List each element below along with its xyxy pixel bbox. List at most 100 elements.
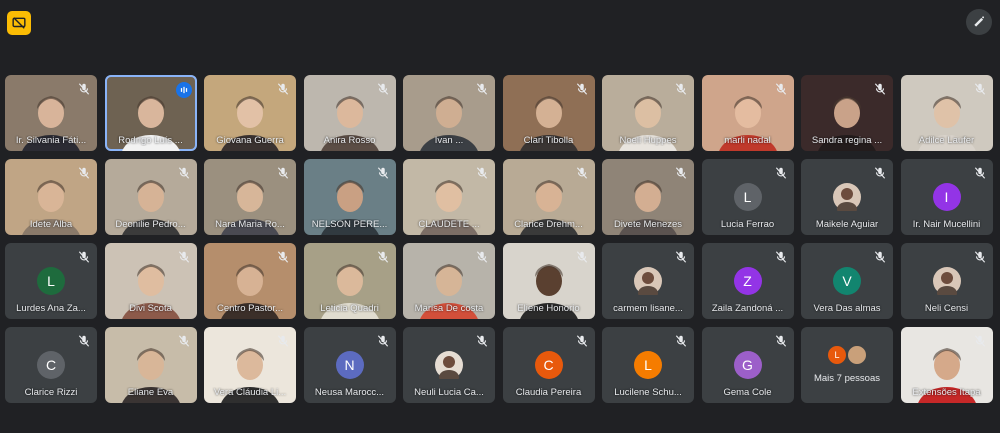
mic-off-icon [276,250,290,264]
mic-off-icon [674,250,688,264]
participant-name: Zaila Zandoná ... [711,303,784,314]
avatar: G [733,351,762,379]
participant-tile[interactable]: I Ir. Nair Mucellini [900,159,993,235]
participant-name: NELSON PERE... [311,219,388,230]
mic-off-icon [376,250,390,264]
mic-off-icon [177,166,191,180]
mic-off-icon [973,166,987,180]
participant-name: Divete Menezes [613,219,683,230]
participant-name: marli nadal [724,135,771,146]
mic-off-icon [77,334,91,348]
avatar-photo [634,267,662,295]
participant-name: Vera Cláudia Li... [213,387,287,398]
avatar: L [634,351,662,379]
presentation-off-button[interactable] [7,11,31,35]
participant-tile[interactable]: Maikele Aguiar [801,159,893,235]
participant-name: Eliane Eva [127,387,174,398]
participant-name: Rodrigo Luís ... [118,135,183,146]
participant-tile[interactable]: Divi Scota [104,243,197,319]
participant-tile[interactable]: Giovana Guerra [204,75,296,151]
avatar-photo [833,183,861,211]
edit-layout-button[interactable] [966,9,992,35]
participant-tile[interactable]: N Neusa Marocc... [303,327,396,403]
participant-name: Lucilene Schu... [614,387,682,398]
mic-off-icon [575,166,589,180]
participant-tile[interactable]: Eliane Eva [104,327,197,403]
participant-tile[interactable]: Idete Alba [5,159,97,235]
participant-tile[interactable]: Vera Cláudia Li... [204,327,296,403]
mic-off-icon [674,82,688,96]
avatar [847,345,867,365]
participant-tile[interactable]: Extensões Itapa [900,327,993,403]
participant-tile[interactable]: Neli Censi [900,243,993,319]
participant-tile[interactable]: Divete Menezes [602,159,694,235]
avatar: I [932,183,961,211]
participant-tile[interactable]: CLAUDETE ... [403,159,495,235]
participant-name: Vera Das almas [813,303,881,314]
more-participants-label: Mais 7 pessoas [813,373,880,384]
participant-tile[interactable]: Z Zaila Zandoná ... [701,243,794,319]
participant-tile[interactable]: L Lucia Ferrao [701,159,794,235]
participant-tile[interactable]: C Clarice Rizzi [5,327,97,403]
mic-off-icon [973,334,987,348]
participant-grid: Ir. Silvania Fáti... Rodrigo Luís ... Giov… [5,75,997,403]
participant-tile[interactable]: Deonilie Pedro... [104,159,197,235]
avatar: V [833,267,861,295]
avatar: N [335,351,364,379]
pencil-sparkle-icon [974,16,985,27]
mic-off-icon [575,250,589,264]
participant-tile[interactable]: Rodrigo Luís ... [104,75,197,151]
participant-tile[interactable]: carmem lisane... [602,243,694,319]
participant-tile[interactable]: V Vera Das almas [801,243,893,319]
participant-tile[interactable]: Ivan ... [403,75,495,151]
mic-off-icon [475,334,489,348]
mic-off-icon [873,82,887,96]
participant-tile[interactable]: NELSON PERE... [303,159,396,235]
avatar: Z [733,267,762,295]
participant-tile[interactable]: Noeli Huppes [602,75,694,151]
mic-off-icon [376,166,390,180]
participant-tile[interactable]: L Mais 7 pessoas [801,327,893,403]
participant-name: Marisa De costa [414,303,484,314]
participant-tile[interactable]: Eliene Honorio [502,243,595,319]
mic-off-icon [575,82,589,96]
participant-tile[interactable]: C Claudia Pereira [502,327,595,403]
mic-off-icon [973,250,987,264]
mic-off-icon [973,82,987,96]
participant-name: Clarice Rizzi [24,387,78,398]
participant-tile[interactable]: marli nadal [701,75,794,151]
mic-off-icon [276,166,290,180]
participant-name: Adilce Laufer [918,135,975,146]
mic-off-icon [674,334,688,348]
mic-off-icon [475,250,489,264]
participant-tile[interactable]: Nara Maria Ro... [204,159,296,235]
participant-name: Leticia Quadri [320,303,379,314]
participant-name: Deonilie Pedro... [115,219,186,230]
mic-off-icon [77,166,91,180]
participant-tile[interactable]: Marisa De costa [403,243,495,319]
participant-name: Extensões Itapa [912,387,981,398]
avatar-photo [932,267,961,295]
participant-tile[interactable]: Neuli Lucia Ca... [403,327,495,403]
participant-name: Nara Maria Ro... [215,219,285,230]
mic-off-icon [774,334,788,348]
participant-name: Ir. Nair Mucellini [912,219,981,230]
participant-tile[interactable]: Ir. Silvania Fáti... [5,75,97,151]
participant-tile[interactable]: G Gema Cole [701,327,794,403]
avatar-photo [435,351,463,379]
participant-tile[interactable]: L Lurdes Ana Za... [5,243,97,319]
mic-off-icon [774,82,788,96]
avatar: L [733,183,762,211]
participant-tile[interactable]: Sandra regina ... [801,75,893,151]
participant-tile[interactable]: Adilce Laufer [900,75,993,151]
avatar: C [534,351,563,379]
participant-name: Eliene Honorio [517,303,580,314]
avatar: L [827,345,847,365]
participant-tile[interactable]: L Lucilene Schu... [602,327,694,403]
participant-tile[interactable]: Leticia Quadri [303,243,396,319]
participant-tile[interactable]: Clari Tibolla [502,75,595,151]
participant-name: Neuli Lucia Ca... [414,387,484,398]
participant-tile[interactable]: Clarice Drehm... [502,159,595,235]
participant-tile[interactable]: Centro Pastor... [204,243,296,319]
participant-tile[interactable]: Anira Rosso [303,75,396,151]
